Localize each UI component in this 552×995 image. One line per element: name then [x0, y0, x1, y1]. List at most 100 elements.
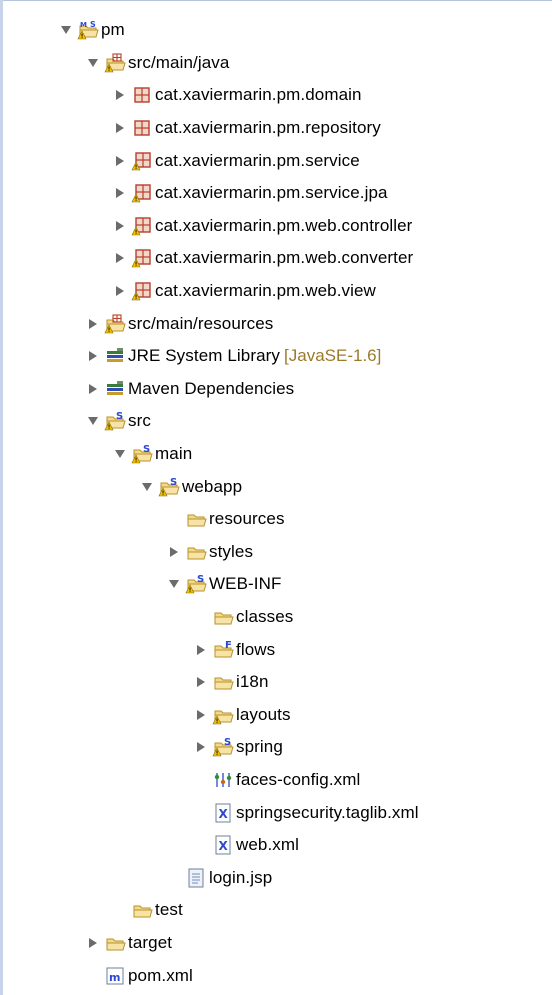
collapse-triangle-icon[interactable]: [193, 674, 209, 690]
tree-row[interactable]: target: [0, 927, 552, 960]
collapse-triangle-icon[interactable]: [85, 381, 101, 397]
tree-item-label: resources: [209, 509, 285, 529]
collapse-triangle-icon[interactable]: [112, 283, 128, 299]
collapse-triangle-icon[interactable]: [112, 185, 128, 201]
expand-triangle-icon[interactable]: [139, 479, 155, 495]
tree-row[interactable]: styles: [0, 536, 552, 569]
tree-row[interactable]: login.jsp: [0, 861, 552, 894]
tree-row[interactable]: Xspringsecurity.taglib.xml: [0, 796, 552, 829]
package-warning-icon: [131, 215, 153, 237]
tree-row[interactable]: JRE System Library [JavaSE-1.6]: [0, 340, 552, 373]
tree-item-label: target: [128, 932, 173, 952]
tree-row[interactable]: Xweb.xml: [0, 829, 552, 862]
expand-triangle-icon[interactable]: [58, 22, 74, 38]
folder-icon: [212, 671, 234, 693]
tree-row[interactable]: resources: [0, 503, 552, 536]
tree-row[interactable]: layouts: [0, 698, 552, 731]
tree-item-label: web.xml: [236, 835, 300, 855]
collapse-triangle-icon[interactable]: [112, 87, 128, 103]
package-icon: [131, 84, 153, 106]
collapse-triangle-icon[interactable]: [85, 935, 101, 951]
folder-icon: [185, 541, 207, 563]
tree-item-label: cat.xaviermarin.pm.web.controller: [155, 215, 413, 235]
package-warning-icon: [131, 150, 153, 172]
folder-warning-icon: [212, 704, 234, 726]
library-icon: [104, 378, 126, 400]
folder-icon: [131, 899, 153, 921]
expand-triangle-icon[interactable]: [112, 446, 128, 462]
collapse-triangle-icon[interactable]: [193, 707, 209, 723]
collapse-triangle-icon[interactable]: [193, 642, 209, 658]
collapse-triangle-icon[interactable]: [112, 250, 128, 266]
xml-file-icon: X: [212, 834, 234, 856]
package-warning-icon: [131, 182, 153, 204]
tree-row[interactable]: test: [0, 894, 552, 927]
tree-row[interactable]: classes: [0, 601, 552, 634]
spring-folder-warning-icon: S: [104, 410, 126, 432]
collapse-triangle-icon[interactable]: [85, 316, 101, 332]
tree-item-label: spring: [236, 737, 283, 757]
tree-row[interactable]: src/main/java: [0, 47, 552, 80]
collapse-triangle-icon[interactable]: [112, 120, 128, 136]
panel-top-border: [0, 0, 552, 1]
tree-row[interactable]: Sspring: [0, 731, 552, 764]
tree-row[interactable]: cat.xaviermarin.pm.web.controller: [0, 210, 552, 243]
tree-row[interactable]: i18n: [0, 666, 552, 699]
tree-row[interactable]: cat.xaviermarin.pm.web.converter: [0, 242, 552, 275]
tree-item-label: test: [155, 900, 183, 920]
tree-row[interactable]: faces-config.xml: [0, 764, 552, 797]
tree-row[interactable]: Ssrc: [0, 405, 552, 438]
tree-item-label: pm: [101, 20, 125, 40]
collapse-triangle-icon[interactable]: [85, 348, 101, 364]
tree-item-label: pom.xml: [128, 965, 193, 985]
tree-item-decoration: [JavaSE-1.6]: [284, 346, 382, 366]
tree-row[interactable]: cat.xaviermarin.pm.web.view: [0, 275, 552, 308]
tree-row[interactable]: cat.xaviermarin.pm.domain: [0, 79, 552, 112]
tree-row[interactable]: cat.xaviermarin.pm.service.jpa: [0, 177, 552, 210]
tree-item-label: cat.xaviermarin.pm.service: [155, 150, 360, 170]
expand-triangle-icon[interactable]: [166, 576, 182, 592]
tree-row[interactable]: cat.xaviermarin.pm.repository: [0, 112, 552, 145]
spring-folder-warning-icon: S: [158, 476, 180, 498]
expand-triangle-icon[interactable]: [85, 55, 101, 71]
tree-row[interactable]: Maven Dependencies: [0, 373, 552, 406]
tree-row[interactable]: src/main/resources: [0, 307, 552, 340]
tree-row[interactable]: m pom.xml: [0, 959, 552, 992]
tree-item-label: main: [155, 444, 193, 464]
svg-text:S: S: [170, 477, 177, 488]
tree-item-label: flows: [236, 639, 276, 659]
tree-item-label: cat.xaviermarin.pm.web.converter: [155, 248, 414, 268]
folder-icon: [185, 508, 207, 530]
expand-triangle-icon[interactable]: [85, 413, 101, 429]
source-folder-icon: [104, 313, 126, 335]
tree-item-label: src/main/resources: [128, 313, 274, 333]
tree-row[interactable]: Fflows: [0, 633, 552, 666]
collapse-triangle-icon[interactable]: [112, 153, 128, 169]
tree-item-label: i18n: [236, 672, 269, 692]
tree-row[interactable]: Smain: [0, 438, 552, 471]
svg-text:S: S: [224, 737, 231, 748]
tree-row[interactable]: M Spm: [0, 14, 552, 47]
tree-item-label: springsecurity.taglib.xml: [236, 802, 419, 822]
package-warning-icon: [131, 247, 153, 269]
svg-text:X: X: [219, 839, 229, 853]
collapse-triangle-icon[interactable]: [112, 218, 128, 234]
tree-item-label: cat.xaviermarin.pm.web.view: [155, 281, 376, 301]
spring-folder-warning-icon: S: [185, 573, 207, 595]
package-icon: [131, 117, 153, 139]
maven-project-icon: MS: [77, 19, 99, 41]
tree-row[interactable]: S WEB-INF: [0, 568, 552, 601]
tree-item-label: cat.xaviermarin.pm.repository: [155, 118, 381, 138]
tree-row[interactable]: Swebapp: [0, 470, 552, 503]
collapse-triangle-icon[interactable]: [193, 739, 209, 755]
tree-item-label: login.jsp: [209, 867, 273, 887]
package-warning-icon: [131, 280, 153, 302]
svg-text:S: S: [90, 20, 96, 29]
folder-icon: [212, 606, 234, 628]
tree-row[interactable]: cat.xaviermarin.pm.service: [0, 144, 552, 177]
collapse-triangle-icon[interactable]: [166, 544, 182, 560]
